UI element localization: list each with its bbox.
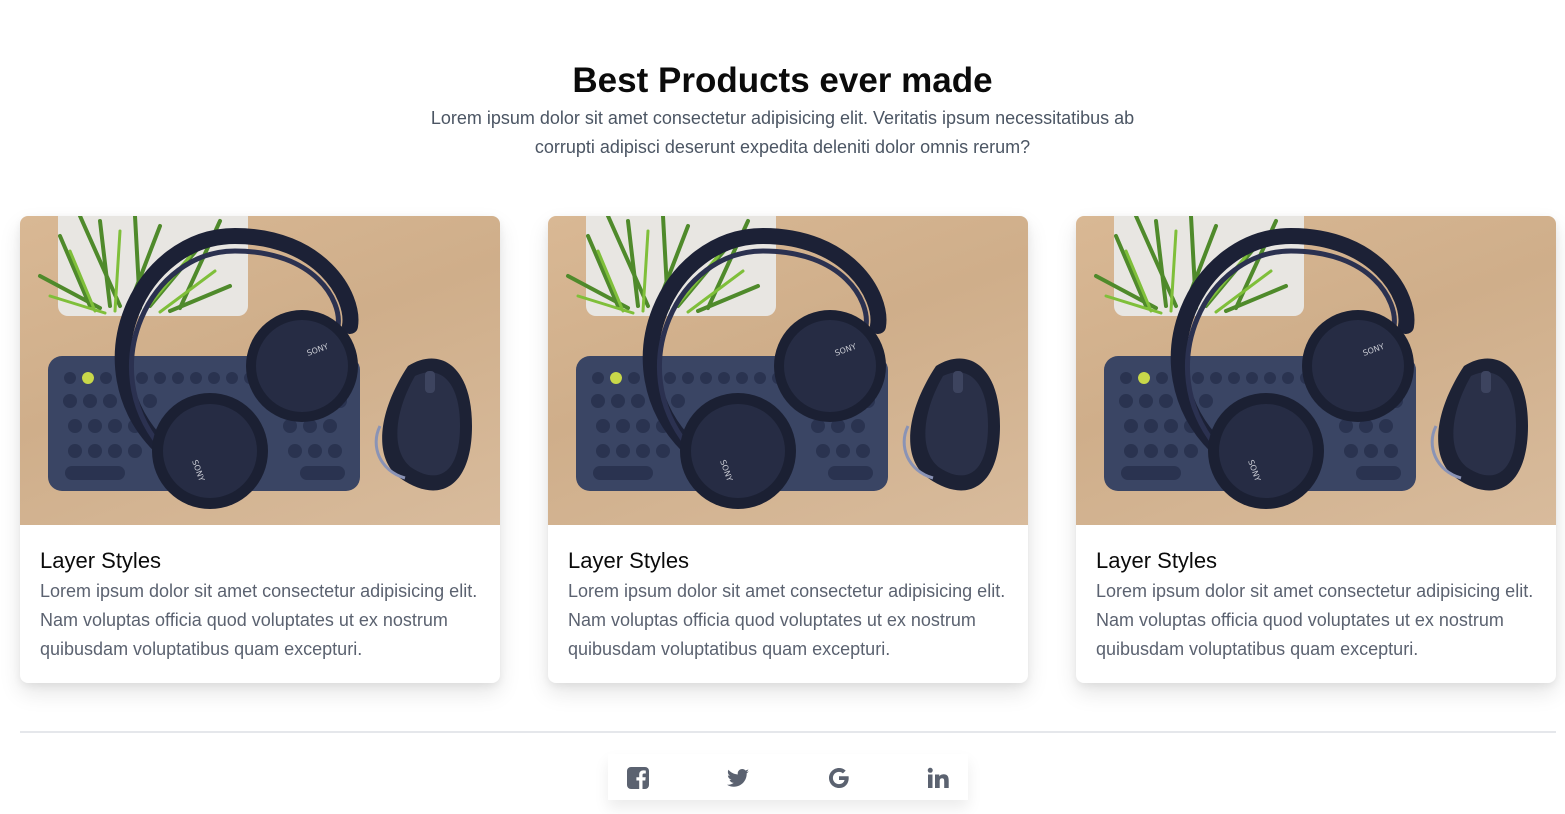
page-subtitle: Lorem ipsum dolor sit amet consectetur a… (430, 108, 1135, 157)
card-description: Lorem ipsum dolor sit amet consectetur a… (40, 581, 478, 659)
product-card-list: SONY SONY Layer Styles Lorem ipsum dolor… (20, 216, 1556, 683)
card-description: Lorem ipsum dolor sit amet consectetur a… (568, 581, 1006, 659)
card-title: Layer Styles (568, 548, 690, 573)
product-image: SONY SONY (1076, 216, 1556, 525)
section-header: Best Products ever made Lorem ipsum dolo… (0, 58, 1565, 162)
page: Best Products ever made Lorem ipsum dolo… (0, 0, 1565, 814)
product-card[interactable]: SONY SONY Layer Styles Lorem ipsum dolor… (1076, 216, 1556, 683)
twitter-icon[interactable] (726, 766, 750, 790)
product-card[interactable]: SONY SONY Layer Styles Lorem ipsum dolor… (20, 216, 500, 683)
social-links (608, 754, 968, 800)
product-image: SONY SONY (548, 216, 1028, 525)
product-card[interactable]: SONY SONY Layer Styles Lorem ipsum dolor… (548, 216, 1028, 683)
card-title: Layer Styles (1096, 548, 1218, 573)
card-title: Layer Styles (40, 548, 162, 573)
footer-divider (20, 731, 1556, 733)
page-title: Best Products ever made (572, 61, 993, 100)
google-icon[interactable] (827, 766, 851, 790)
card-description: Lorem ipsum dolor sit amet consectetur a… (1096, 581, 1534, 659)
linkedin-icon[interactable] (926, 766, 950, 790)
facebook-icon[interactable] (626, 766, 650, 790)
product-image: SONY SONY (20, 216, 500, 525)
